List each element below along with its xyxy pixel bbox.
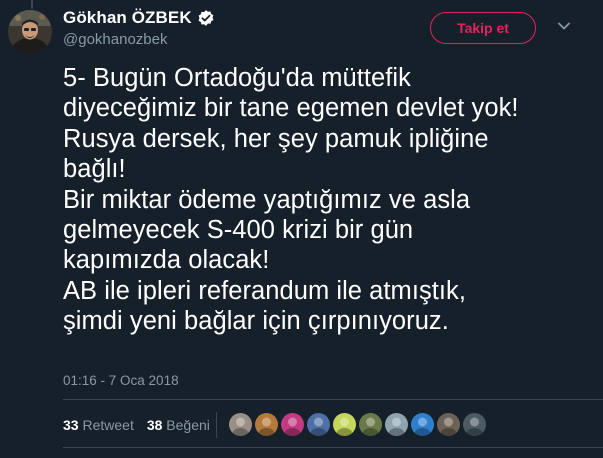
user-avatar-icon bbox=[307, 413, 330, 436]
like-count-link[interactable]: 38 Beğeni bbox=[147, 417, 210, 433]
divider-bottom bbox=[63, 447, 603, 448]
retweet-count: 33 bbox=[63, 417, 79, 433]
liker-avatar[interactable] bbox=[255, 413, 278, 436]
user-avatar-icon bbox=[359, 413, 382, 436]
tweet-timestamp[interactable]: 01:16 - 7 Oca 2018 bbox=[63, 373, 179, 388]
user-avatar-icon bbox=[281, 413, 304, 436]
liker-avatar[interactable] bbox=[229, 413, 252, 436]
divider-top bbox=[63, 399, 603, 400]
liker-avatar[interactable] bbox=[385, 413, 408, 436]
author-handle[interactable]: @gokhanozbek bbox=[63, 31, 167, 48]
like-label: Beğeni bbox=[166, 417, 210, 433]
liker-avatars bbox=[229, 413, 486, 436]
follow-button[interactable]: Takip et bbox=[430, 12, 536, 44]
user-avatar-icon bbox=[255, 413, 278, 436]
user-avatar-icon bbox=[463, 413, 486, 436]
user-avatar-icon bbox=[385, 413, 408, 436]
retweet-count-link[interactable]: 33 Retweet bbox=[63, 417, 134, 433]
author-avatar-image bbox=[8, 10, 52, 54]
verified-badge-icon bbox=[197, 9, 215, 27]
user-avatar-icon bbox=[437, 413, 460, 436]
stats-separator bbox=[216, 412, 217, 438]
thread-connector-line bbox=[31, 0, 33, 9]
liker-avatar[interactable] bbox=[411, 413, 434, 436]
author-display-name[interactable]: Gökhan ÖZBEK bbox=[63, 8, 192, 28]
user-avatar-icon bbox=[333, 413, 356, 436]
author-avatar[interactable] bbox=[8, 10, 52, 54]
author-name-row[interactable]: Gökhan ÖZBEK bbox=[63, 8, 215, 28]
liker-avatar[interactable] bbox=[307, 413, 330, 436]
like-count: 38 bbox=[146, 417, 163, 433]
user-avatar-icon bbox=[229, 413, 252, 436]
tweet-stats: 33 Retweet 38 Beğeni bbox=[63, 417, 210, 433]
user-avatar-icon bbox=[411, 413, 434, 436]
liker-avatar[interactable] bbox=[463, 413, 486, 436]
retweet-label: Retweet bbox=[82, 417, 134, 433]
liker-avatar[interactable] bbox=[359, 413, 382, 436]
liker-avatar[interactable] bbox=[333, 413, 356, 436]
liker-avatar[interactable] bbox=[281, 413, 304, 436]
liker-avatar[interactable] bbox=[437, 413, 460, 436]
chevron-down-icon[interactable] bbox=[558, 22, 570, 30]
tweet-text: 5- Bugün Ortadoğu'da müttefik diyeceğimi… bbox=[63, 64, 519, 336]
